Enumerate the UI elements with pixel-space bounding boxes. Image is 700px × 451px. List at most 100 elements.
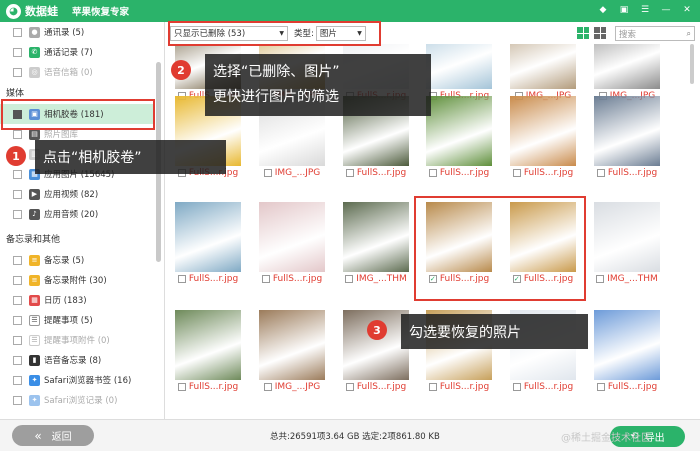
photo-thumbnail[interactable]: [594, 310, 660, 380]
photo-thumbnail[interactable]: [594, 202, 660, 272]
checkbox[interactable]: [13, 47, 22, 57]
photo-checkbox[interactable]: [345, 275, 354, 283]
photo-item[interactable]: FullS...r.jpg: [419, 44, 499, 103]
photo-item[interactable]: ✓ FullS...r.jpg: [419, 202, 499, 286]
sidebar-item-notes[interactable]: ≡ 备忘录 (5): [0, 250, 155, 270]
photo-checkbox[interactable]: [512, 383, 521, 391]
photo-item[interactable]: FullS...r.jpg: [168, 310, 248, 394]
checkbox[interactable]: [13, 189, 22, 199]
photo-item[interactable]: FullS...r.jpg: [168, 202, 248, 286]
chevron-down-icon: ▼: [357, 29, 362, 37]
photo-checkbox[interactable]: [428, 383, 437, 391]
checkbox[interactable]: [13, 27, 22, 37]
sidebar-item-safari-bookmarks[interactable]: ✦ Safari浏览器书签 (16): [0, 370, 155, 390]
photo-filename: IMG_...THM: [356, 274, 407, 284]
minimize-icon[interactable]: —: [659, 3, 673, 17]
back-button[interactable]: « 返回: [12, 425, 94, 446]
menu-icon[interactable]: ☰: [638, 3, 652, 17]
gift-icon[interactable]: ▣: [617, 3, 631, 17]
checkbox[interactable]: [13, 355, 22, 365]
photo-thumbnail[interactable]: [594, 44, 660, 89]
photo-item[interactable]: FullS...r.jpg: [587, 310, 667, 394]
photo-checkbox[interactable]: [345, 169, 354, 177]
sidebar-item-voice-memo[interactable]: ▮ 语音备忘录 (8): [0, 350, 155, 370]
photo-checkbox[interactable]: [428, 169, 437, 177]
sidebar-item-calendar[interactable]: ▦ 日历 (183): [0, 290, 155, 310]
photo-item[interactable]: IMG_...JPG: [252, 310, 332, 394]
photo-caption: IMG_...JPG: [252, 380, 332, 394]
photo-item[interactable]: IMG_...JPG: [503, 44, 583, 103]
photo-checkbox[interactable]: [512, 169, 521, 177]
checkbox[interactable]: [13, 315, 22, 325]
grid-scrollbar[interactable]: [690, 44, 694, 84]
sidebar-item-app-video[interactable]: ▶ 应用视频 (82): [0, 184, 155, 204]
sidebar-item-call-log[interactable]: ✆ 通话记录 (7): [0, 42, 155, 62]
sidebar-item-app-audio[interactable]: ♪ 应用音频 (20): [0, 204, 155, 224]
checkbox[interactable]: [13, 109, 22, 119]
sidebar-item-reminders[interactable]: ☰ 提醒事项 (5): [0, 310, 155, 330]
photo-checkbox[interactable]: [177, 275, 186, 283]
sidebar-item-reminders-attachment[interactable]: ☰ 提醒事项附件 (0): [0, 330, 155, 350]
type-select[interactable]: 图片 ▼: [315, 25, 366, 41]
photo-item[interactable]: FullS...r.jpg: [503, 96, 583, 180]
photo-item[interactable]: IMG_...JPG: [587, 44, 667, 103]
checkbox[interactable]: [13, 129, 22, 139]
double-chevron-left-icon: «: [34, 428, 42, 443]
photo-caption: FullS...r.jpg: [587, 166, 667, 180]
show-deleted-select[interactable]: 只显示已删除 (53) ▼: [170, 25, 288, 41]
photo-thumbnail[interactable]: [510, 202, 576, 272]
photo-checkbox[interactable]: [596, 275, 605, 283]
photo-filename: FullS...r.jpg: [188, 274, 239, 284]
checkbox[interactable]: [13, 275, 22, 285]
photo-item[interactable]: IMG_...THM: [336, 202, 416, 286]
list-view-icon[interactable]: [594, 27, 606, 39]
photo-thumbnail[interactable]: [426, 202, 492, 272]
sidebar-item-camera-roll[interactable]: ▣ 相机胶卷 (181): [0, 104, 155, 124]
photo-checkbox[interactable]: [596, 383, 605, 391]
checkbox[interactable]: [13, 209, 22, 219]
photo-item[interactable]: ✓ FullS...r.jpg: [503, 202, 583, 286]
photo-checkbox[interactable]: [261, 275, 270, 283]
sidebar-item-safari-history[interactable]: ✦ Safari浏览记录 (0): [0, 390, 155, 410]
photo-item[interactable]: FullS...r.jpg: [252, 202, 332, 286]
close-icon[interactable]: ✕: [680, 3, 694, 17]
photo-item[interactable]: FullS...r.jpg: [587, 96, 667, 180]
photo-caption: FullS...r.jpg: [168, 380, 248, 394]
photo-thumbnail[interactable]: [510, 96, 576, 166]
photo-thumbnail[interactable]: [175, 310, 241, 380]
checkbox[interactable]: [13, 255, 22, 265]
photo-item[interactable]: FullS...r.jpg: [419, 96, 499, 180]
photo-checkbox[interactable]: [177, 383, 186, 391]
checkbox[interactable]: [13, 169, 22, 179]
checkbox[interactable]: [13, 67, 22, 77]
checkbox[interactable]: [13, 395, 22, 405]
photo-thumbnail[interactable]: [259, 310, 325, 380]
photo-thumbnail[interactable]: [426, 44, 492, 89]
photo-checkbox[interactable]: [263, 169, 272, 177]
diamond-icon[interactable]: ◆: [596, 3, 610, 17]
callout-2: 选择“已删除、图片” 更快进行图片的筛选: [205, 54, 431, 116]
photo-caption: FullS...r.jpg: [336, 380, 416, 394]
photo-thumbnail[interactable]: [259, 202, 325, 272]
photo-checkbox[interactable]: [596, 169, 605, 177]
checkbox[interactable]: [13, 375, 22, 385]
sidebar-item-contacts[interactable]: ● 通讯录 (5): [0, 22, 155, 42]
photo-checkbox[interactable]: ✓: [512, 275, 521, 283]
photo-thumbnail[interactable]: [510, 44, 576, 89]
search-input[interactable]: 搜索 ⌕: [615, 26, 695, 41]
sidebar-item-notes-attachment[interactable]: ≡ 备忘录附件 (30): [0, 270, 155, 290]
photo-thumbnail[interactable]: [175, 202, 241, 272]
photo-item[interactable]: IMG_...THM: [587, 202, 667, 286]
photo-thumbnail[interactable]: [594, 96, 660, 166]
sidebar-item-voicemail[interactable]: ◎ 语音信箱 (0): [0, 62, 155, 82]
photo-checkbox[interactable]: [263, 383, 272, 391]
photo-checkbox[interactable]: ✓: [428, 275, 437, 283]
photo-thumbnail[interactable]: [426, 96, 492, 166]
checkbox[interactable]: [13, 335, 22, 345]
checkbox[interactable]: [13, 295, 22, 305]
grid-view-icon[interactable]: [577, 27, 589, 39]
reminders-attachment-icon: ☰: [29, 334, 40, 346]
photo-thumbnail[interactable]: [343, 202, 409, 272]
photo-checkbox[interactable]: [345, 383, 354, 391]
photo-filename: IMG_...JPG: [274, 168, 321, 178]
